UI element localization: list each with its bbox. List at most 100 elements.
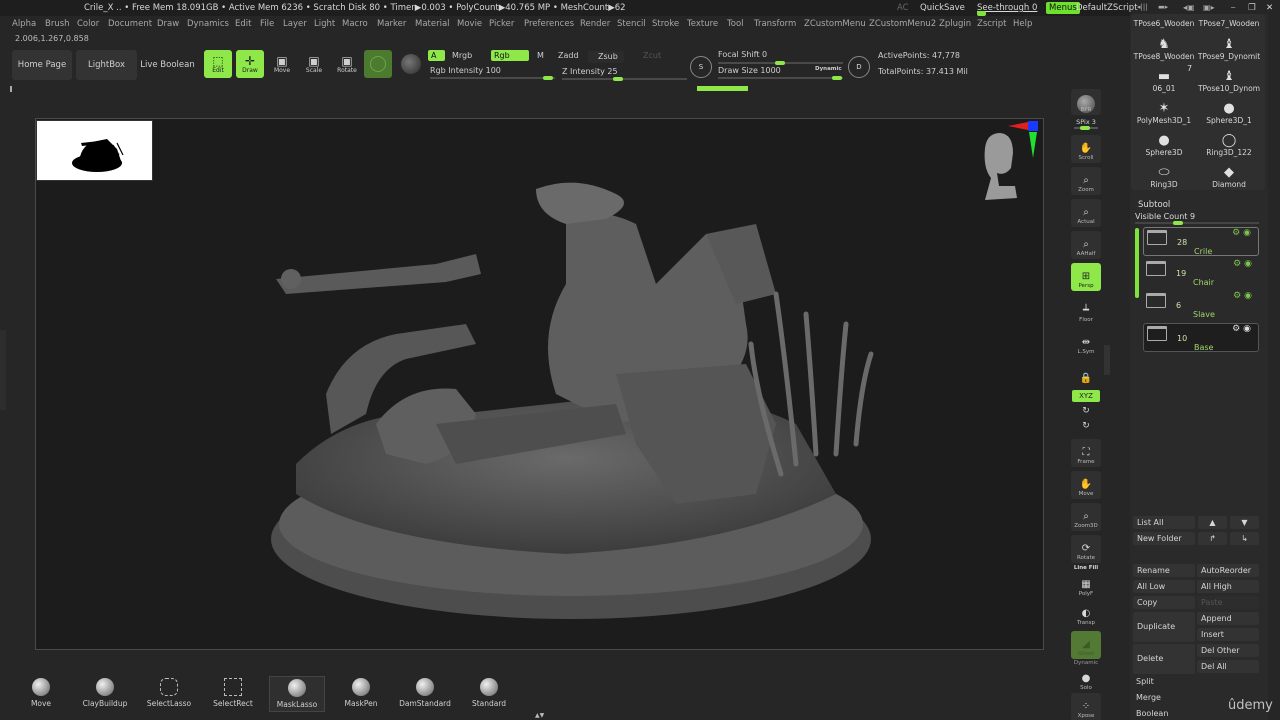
spix-knob[interactable] — [1080, 126, 1090, 130]
transp-button[interactable]: ◐ Transp — [1071, 600, 1101, 628]
quicksave-button[interactable]: QuickSave — [920, 3, 965, 13]
duplicate-button[interactable]: Duplicate — [1133, 612, 1195, 642]
scale-button[interactable]: ▣ Scale — [300, 50, 328, 78]
arrow-down-icon[interactable]: ▼ — [1230, 516, 1259, 529]
subtool-scrollbar[interactable] — [1135, 228, 1139, 298]
tool-item[interactable]: TPose6_Wooden — [1132, 14, 1196, 28]
zoom3d-button[interactable]: ⌕ Zoom3D — [1071, 503, 1101, 531]
copy-button[interactable]: Copy — [1133, 596, 1195, 609]
draw-size-slider[interactable] — [718, 77, 843, 79]
polyf-button[interactable]: ▦ PolyF — [1071, 571, 1101, 599]
menu-stencil[interactable]: Stencil — [617, 19, 646, 29]
all-low-button[interactable]: All Low — [1133, 580, 1195, 593]
mrgb-toggle[interactable]: Mrgb — [449, 50, 475, 61]
z-intensity-knob[interactable] — [613, 77, 623, 81]
tray-right-icon[interactable]: ▬▸ — [1158, 3, 1168, 11]
texture-button[interactable] — [397, 50, 425, 78]
draw-size-knob[interactable] — [832, 76, 842, 80]
menu-document[interactable]: Document — [108, 19, 152, 29]
menu-tool[interactable]: Tool — [727, 19, 744, 29]
left-tray-handle-side[interactable] — [0, 330, 6, 410]
stroke-d-icon[interactable]: D — [848, 56, 870, 78]
paste-button[interactable]: Paste — [1197, 596, 1259, 609]
lsym-button[interactable]: ⇹ L.Sym — [1071, 329, 1101, 357]
new-folder-button[interactable]: New Folder — [1133, 532, 1195, 545]
scroll-button[interactable]: ✋ Scroll — [1071, 135, 1101, 163]
frame-button[interactable]: ⛶ Frame — [1071, 439, 1101, 467]
auto-reorder-button[interactable]: AutoReorder — [1197, 564, 1259, 577]
lock-button[interactable]: 🔒 — [1071, 359, 1101, 387]
left-tray-handle[interactable] — [10, 86, 12, 92]
menu-marker[interactable]: Marker — [377, 19, 406, 29]
floor-button[interactable]: ┷ Floor — [1071, 297, 1101, 325]
tool-item[interactable]: TPose7_Wooden — [1197, 14, 1261, 28]
menu-help[interactable]: Help — [1013, 19, 1032, 29]
actual-button[interactable]: ⌕ Actual — [1071, 199, 1101, 227]
layout-right-icon[interactable]: ▣▸ — [1203, 3, 1215, 12]
menu-file[interactable]: File — [260, 19, 274, 29]
right-tray-handle[interactable] — [1104, 345, 1110, 375]
menu-texture[interactable]: Texture — [687, 19, 718, 29]
delete-button[interactable]: Delete — [1133, 644, 1195, 674]
menus-toggle[interactable]: Menus — [1046, 2, 1080, 14]
material-button[interactable] — [364, 50, 392, 78]
zsub-toggle[interactable]: Zsub — [588, 51, 624, 63]
arrow-up-icon[interactable]: ▲ — [1198, 516, 1227, 529]
brush-claybuildup[interactable]: ClayBuildup — [77, 676, 133, 712]
menu-render[interactable]: Render — [580, 19, 610, 29]
brush-damstandard[interactable]: DamStandard — [397, 676, 453, 712]
draw-button[interactable]: ✛ Draw — [236, 50, 264, 78]
bpr-button[interactable]: BPR — [1071, 89, 1101, 115]
tool-item[interactable]: ● Sphere3D_1 — [1197, 93, 1261, 125]
merge-section[interactable]: Merge — [1136, 693, 1161, 702]
visible-count-knob[interactable] — [1173, 221, 1183, 225]
focal-shift-knob[interactable] — [775, 61, 785, 65]
layout-left-icon[interactable]: ◂▣ — [1183, 3, 1195, 12]
append-button[interactable]: Append — [1197, 612, 1259, 625]
move-up-folder-icon[interactable]: ↱ — [1198, 532, 1227, 545]
brush-maskpen[interactable]: MaskPen — [333, 676, 389, 712]
xyz-button[interactable]: XYZ — [1072, 390, 1100, 402]
subtool-header[interactable]: Subtool — [1138, 200, 1170, 210]
gear-eye-icons[interactable]: ⚙◉ — [1233, 259, 1255, 269]
dynamic-toggle[interactable]: Dynamic — [815, 66, 842, 72]
menu-layer[interactable]: Layer — [283, 19, 307, 29]
subtool-row[interactable]: 19 Chair ⚙◉ — [1143, 259, 1259, 288]
subtool-row[interactable]: 28 Crile ⚙◉ — [1143, 227, 1259, 256]
menu-draw[interactable]: Draw — [157, 19, 179, 29]
gear-eye-icons[interactable]: ⚙◉ — [1233, 291, 1255, 301]
menu-transform[interactable]: Transform — [754, 19, 796, 29]
tool-item[interactable]: ♝ TPose9_Dynomit — [1197, 29, 1261, 61]
menu-preferences[interactable]: Preferences — [524, 19, 574, 29]
see-through-slider[interactable]: See-through 0 — [977, 3, 1037, 13]
rotate-button[interactable]: ▣ Rotate — [333, 50, 361, 78]
stroke-s-icon[interactable]: S — [690, 56, 712, 78]
rename-button[interactable]: Rename — [1133, 564, 1195, 577]
tool-item[interactable]: ♞ TPose8_Wooden — [1132, 29, 1196, 61]
menu-brush[interactable]: Brush — [45, 19, 70, 29]
close-icon[interactable]: ✕ — [1266, 3, 1273, 13]
rgb-toggle[interactable]: Rgb — [491, 50, 529, 61]
a-toggle[interactable]: A — [428, 50, 445, 61]
all-high-button[interactable]: All High — [1197, 580, 1259, 593]
rgb-intensity-slider[interactable] — [430, 77, 555, 79]
menu-color[interactable]: Color — [77, 19, 99, 29]
gear-eye-icons[interactable]: ⚙◉ — [1232, 324, 1254, 334]
tool-item[interactable]: ⬭ Ring3D — [1132, 157, 1196, 189]
brush-masklasso[interactable]: MaskLasso — [269, 676, 325, 712]
menu-movie[interactable]: Movie — [457, 19, 482, 29]
persp-button[interactable]: ⊞ Persp — [1071, 263, 1101, 291]
restore-icon[interactable]: ❐ — [1248, 3, 1256, 13]
brush-move[interactable]: Move — [13, 676, 69, 712]
aahalf-button[interactable]: ⌕ AAHalf — [1071, 231, 1101, 259]
menu-zcustommenu[interactable]: ZCustomMenu — [804, 19, 866, 29]
menu-edit[interactable]: Edit — [235, 19, 251, 29]
menu-picker[interactable]: Picker — [489, 19, 514, 29]
menu-macro[interactable]: Macro — [342, 19, 368, 29]
tray-left-icon[interactable]: ◂||| — [1137, 3, 1148, 11]
tool-item[interactable]: ✶ PolyMesh3D_1 — [1132, 93, 1196, 125]
menu-zcustommenu2[interactable]: ZCustomMenu2 — [869, 19, 936, 29]
menu-material[interactable]: Material — [415, 19, 450, 29]
live-boolean-button[interactable]: Live Boolean — [140, 50, 195, 80]
tool-item[interactable]: ♝ TPose10_Dynom — [1197, 61, 1261, 93]
